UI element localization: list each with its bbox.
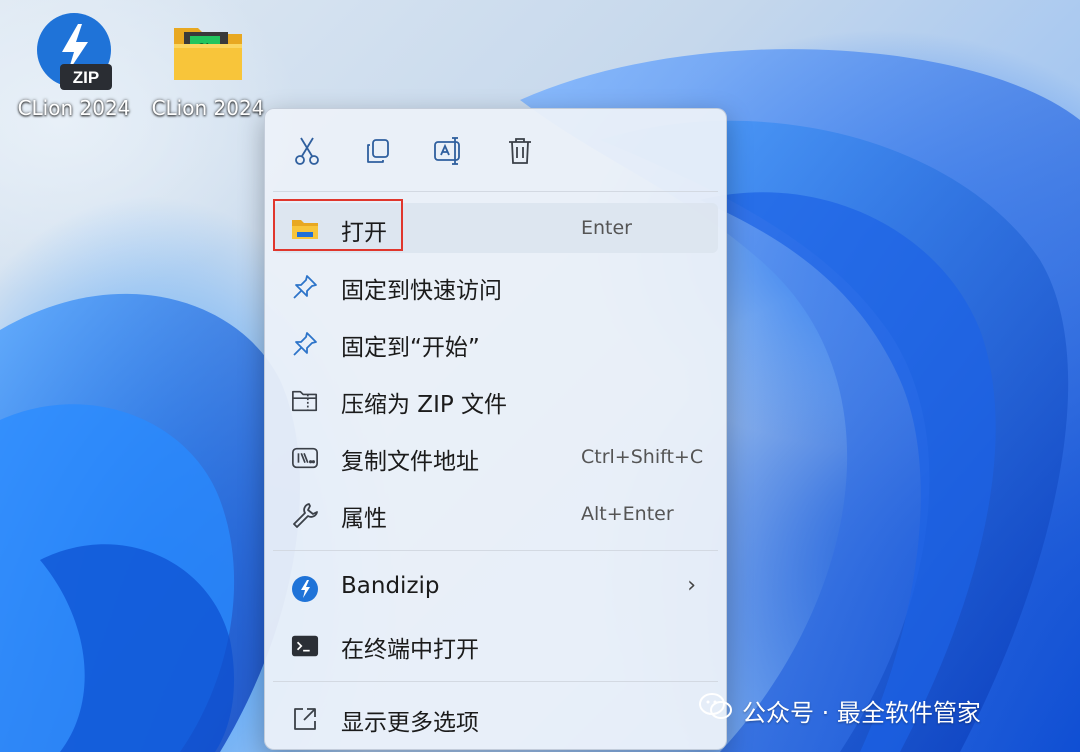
menu-item-label: 打开 bbox=[341, 220, 387, 246]
menu-divider bbox=[273, 191, 718, 192]
rename-button[interactable] bbox=[427, 131, 471, 175]
menu-item-pin-quick-access[interactable]: 固定到快速访问 bbox=[273, 261, 718, 311]
context-menu-toolbar bbox=[265, 109, 726, 191]
more-options-icon bbox=[291, 705, 319, 733]
menu-item-copy-path[interactable]: 复制文件地址 Ctrl+Shift+C bbox=[273, 432, 718, 482]
path-icon bbox=[291, 444, 319, 472]
wechat-icon bbox=[698, 692, 734, 728]
menu-item-bandizip[interactable]: Bandizip › bbox=[273, 563, 718, 613]
menu-item-label: 在终端中打开 bbox=[341, 637, 479, 663]
menu-item-label: 固定到快速访问 bbox=[341, 278, 502, 304]
menu-item-label: 固定到“开始” bbox=[341, 335, 480, 361]
desktop-icon-label: CLion 2024 bbox=[17, 96, 131, 120]
menu-item-shortcut: Enter bbox=[581, 217, 632, 239]
trash-icon bbox=[506, 136, 534, 170]
folder-icon bbox=[291, 215, 319, 243]
menu-item-label: 压缩为 ZIP 文件 bbox=[341, 392, 508, 418]
menu-item-label: 属性 bbox=[341, 506, 387, 532]
menu-item-label: 显示更多选项 bbox=[341, 710, 479, 736]
zip-folder-icon bbox=[291, 387, 319, 415]
menu-item-properties[interactable]: 属性 Alt+Enter bbox=[273, 489, 718, 539]
bandizip-icon bbox=[291, 575, 319, 603]
folder-icon: CL bbox=[168, 12, 248, 92]
chevron-right-icon: › bbox=[687, 573, 696, 598]
bandizip-zip-icon: ZIP bbox=[34, 12, 114, 92]
watermark-text: 公众号 · 最全软件管家 bbox=[742, 698, 981, 727]
svg-text:ZIP: ZIP bbox=[73, 68, 99, 87]
terminal-icon bbox=[291, 632, 319, 660]
menu-item-label: Bandizip bbox=[341, 573, 440, 599]
menu-item-shortcut: Ctrl+Shift+C bbox=[581, 446, 704, 468]
desktop-icon-label: CLion 2024 bbox=[151, 96, 265, 120]
desktop-icon-clion-zip[interactable]: ZIP CLion 2024 bbox=[12, 12, 136, 120]
copy-button[interactable] bbox=[356, 131, 400, 175]
pin-icon bbox=[291, 273, 319, 301]
menu-item-shortcut: Alt+Enter bbox=[581, 503, 674, 525]
desktop-icon-clion-folder[interactable]: CL CLion 2024 bbox=[146, 12, 270, 120]
menu-divider bbox=[273, 550, 718, 551]
pin-icon bbox=[291, 330, 319, 358]
scissors-icon bbox=[293, 136, 321, 170]
rename-icon bbox=[433, 136, 465, 170]
menu-item-open-terminal[interactable]: 在终端中打开 bbox=[273, 620, 718, 670]
menu-divider bbox=[273, 681, 718, 682]
menu-item-compress-zip[interactable]: 压缩为 ZIP 文件 bbox=[273, 375, 718, 425]
delete-button[interactable] bbox=[498, 131, 542, 175]
copy-icon bbox=[364, 137, 392, 169]
context-menu: 打开 Enter 固定到快速访问 固定到“开始” 压缩为 ZIP 文件 复制文件… bbox=[264, 108, 727, 750]
wrench-icon bbox=[291, 501, 319, 529]
menu-item-show-more-options[interactable]: 显示更多选项 bbox=[273, 693, 718, 743]
menu-item-pin-start[interactable]: 固定到“开始” bbox=[273, 318, 718, 368]
menu-item-label: 复制文件地址 bbox=[341, 449, 479, 475]
cut-button[interactable] bbox=[285, 131, 329, 175]
menu-item-open[interactable]: 打开 Enter bbox=[273, 203, 718, 253]
watermark: 公众号 · 最全软件管家 bbox=[698, 690, 981, 730]
